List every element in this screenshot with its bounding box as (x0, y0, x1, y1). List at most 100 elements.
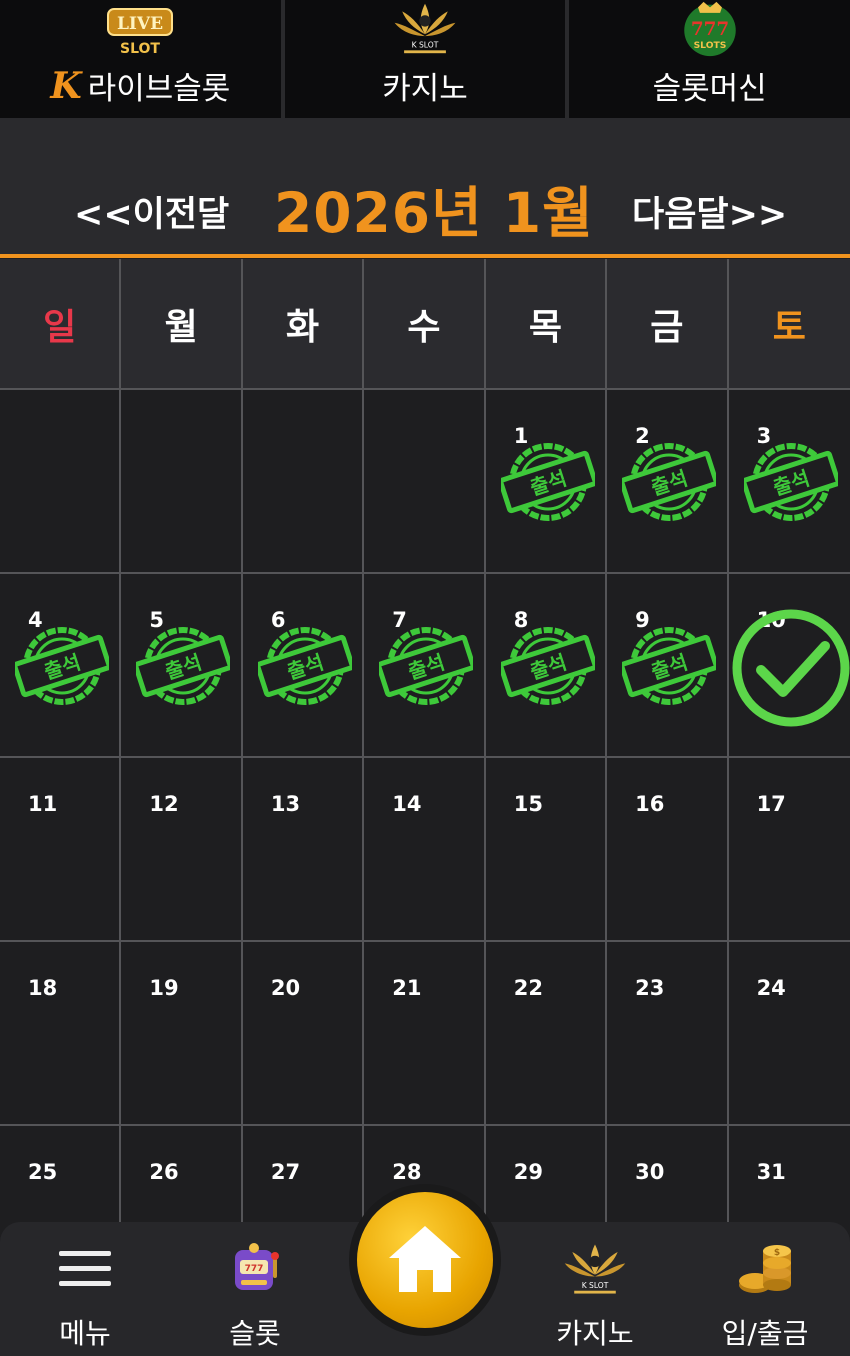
weekday-sunday: 일 (0, 259, 122, 390)
weekday-header: 일 월 화 수 목 금 토 (0, 259, 850, 390)
menu-button[interactable]: 메뉴 (0, 1222, 170, 1356)
day-number: 26 (149, 1160, 179, 1184)
calendar-day-cell[interactable]: 22 (485, 942, 608, 1126)
calendar-day-cell[interactable]: 5 출석 (121, 574, 243, 758)
svg-text:SLOT: SLOT (120, 41, 160, 57)
live-slot-logo-icon: LIVE SLOT (107, 8, 174, 57)
calendar-day-cell[interactable]: 7 출석 (364, 574, 486, 758)
slot-nav-button[interactable]: 777 슬롯 (170, 1222, 340, 1356)
svg-text:777: 777 (690, 19, 728, 40)
calendar-day-cell[interactable]: 24 (728, 942, 850, 1126)
calendar-day-cell[interactable]: 4 출석 (0, 574, 122, 758)
day-number: 12 (149, 792, 179, 816)
calendar-day-cell[interactable]: 21 (364, 942, 486, 1126)
calendar-day-cell[interactable]: 14 (364, 758, 486, 942)
day-number: 19 (149, 976, 179, 1000)
calendar-day-cell[interactable]: 6 출석 (242, 574, 365, 758)
month-title: 2026년 1월 (274, 181, 594, 245)
calendar-day-cell[interactable]: 20 (242, 942, 365, 1126)
next-month-link[interactable]: 다음달>> (632, 186, 787, 237)
month-header: <<이전달 2026년 1월 다음달>> (0, 118, 850, 258)
casino-label: 카지노 (556, 1317, 634, 1350)
calendar-day-cell[interactable]: 12 (121, 758, 243, 942)
coins-icon: $ (735, 1236, 795, 1302)
top-nav: LIVE SLOT K 라이브슬롯 K SLOT 카지노 777 SLOTS 슬… (0, 0, 850, 118)
attendance-page: LIVE SLOT K 라이브슬롯 K SLOT 카지노 777 SLOTS 슬… (0, 0, 850, 1356)
day-number: 21 (392, 976, 422, 1000)
slot-label: 슬롯 (229, 1317, 281, 1350)
attendance-stamp-icon: 출석 (12, 626, 112, 706)
day-number: 14 (392, 792, 422, 816)
tab-label: 카지노 (382, 71, 468, 107)
attendance-stamp-icon: 출석 (619, 626, 719, 706)
calendar-grid: 1 출석 2 출석 3 출석 4 출석 5 출석 6 출석 7 출석 8 출석 9 출석 10 11 12 13 14 15 1… (0, 390, 850, 1310)
day-number: 11 (28, 792, 58, 816)
calendar-empty-cell (242, 390, 365, 574)
calendar-day-cell[interactable]: 23 (607, 942, 729, 1126)
day-number: 28 (392, 1160, 422, 1184)
svg-text:K SLOT: K SLOT (582, 1281, 609, 1290)
calendar-day-cell[interactable]: 2 출석 (607, 390, 729, 574)
tab-label: 슬롯머신 (652, 71, 767, 107)
attendance-stamp-icon: 출석 (376, 626, 477, 706)
calendar-day-cell[interactable]: 3 출석 (728, 390, 850, 574)
hamburger-icon (59, 1236, 111, 1302)
day-number: 13 (270, 792, 301, 816)
calendar-empty-cell (121, 390, 243, 574)
svg-text:LIVE: LIVE (117, 14, 163, 34)
day-number: 17 (756, 792, 786, 816)
calendar-empty-cell (364, 390, 486, 574)
calendar-day-cell[interactable]: 13 (242, 758, 365, 942)
calendar-day-cell[interactable]: 9 출석 (607, 574, 729, 758)
calendar-day-cell[interactable]: 16 (607, 758, 729, 942)
weekday-thursday: 목 (485, 259, 608, 390)
calendar-day-cell[interactable]: 18 (0, 942, 122, 1126)
day-number: 25 (28, 1160, 58, 1184)
weekday-tuesday: 화 (242, 259, 365, 390)
weekday-wednesday: 수 (364, 259, 486, 390)
svg-text:$: $ (774, 1248, 780, 1258)
calendar-day-cell[interactable]: 8 출석 (485, 574, 608, 758)
day-number: 30 (635, 1160, 665, 1184)
tab-slot-machine[interactable]: 777 SLOTS 슬롯머신 (569, 0, 850, 118)
calendar-day-cell[interactable]: 11 (0, 758, 122, 942)
calendar-day-cell[interactable]: 17 (728, 758, 850, 942)
attendance-stamp-icon: 출석 (497, 442, 598, 522)
check-circle-icon (729, 606, 850, 730)
calendar-day-cell[interactable]: 1 출석 (485, 390, 608, 574)
tab-label: 라이브슬롯 (87, 71, 231, 107)
attendance-stamp-icon: 출석 (133, 626, 234, 706)
day-number: 15 (513, 792, 543, 816)
deposit-withdraw-button[interactable]: $ 입/출금 (680, 1222, 850, 1356)
tab-casino[interactable]: K SLOT 카지노 (285, 0, 570, 118)
attendance-stamp-icon: 출석 (255, 626, 355, 706)
day-number: 29 (513, 1160, 543, 1184)
svg-text:777: 777 (245, 1264, 264, 1274)
day-number: 16 (635, 792, 665, 816)
svg-text:K SLOT: K SLOT (412, 41, 439, 50)
day-number: 22 (513, 976, 543, 1000)
day-number: 27 (270, 1160, 301, 1184)
attendance-stamp-icon: 출석 (740, 442, 841, 522)
deposit-withdraw-label: 입/출금 (721, 1317, 809, 1350)
k-slot-lotus-logo-icon: K SLOT (561, 1236, 629, 1302)
day-number: 31 (756, 1160, 786, 1184)
svg-text:SLOTS: SLOTS (693, 40, 726, 51)
attendance-calendar: 일 월 화 수 목 금 토 1 출석 2 출석 3 출석 4 출석 5 출석 6 출석 7 출석 8 출석 9 출… (0, 259, 850, 1310)
tab-live-slot[interactable]: LIVE SLOT K 라이브슬롯 (0, 0, 285, 118)
slot-machine-icon: 777 (229, 1236, 281, 1302)
calendar-day-cell[interactable]: 19 (121, 942, 243, 1126)
weekday-monday: 월 (121, 259, 243, 390)
home-icon (389, 1226, 461, 1292)
calendar-day-cell[interactable]: 10 (728, 574, 850, 758)
777-slots-logo-icon: 777 SLOTS (683, 1, 736, 57)
home-button[interactable] (349, 1184, 501, 1336)
prev-month-link[interactable]: <<이전달 (74, 186, 229, 237)
day-number: 23 (635, 976, 665, 1000)
day-number: 18 (28, 976, 58, 1000)
calendar-day-cell[interactable]: 15 (485, 758, 608, 942)
calendar-empty-cell (0, 390, 122, 574)
casino-nav-button[interactable]: K SLOT 카지노 (510, 1222, 680, 1356)
attendance-stamp-icon: 출석 (619, 442, 719, 522)
k-slot-lotus-logo-icon: K SLOT (394, 3, 456, 54)
